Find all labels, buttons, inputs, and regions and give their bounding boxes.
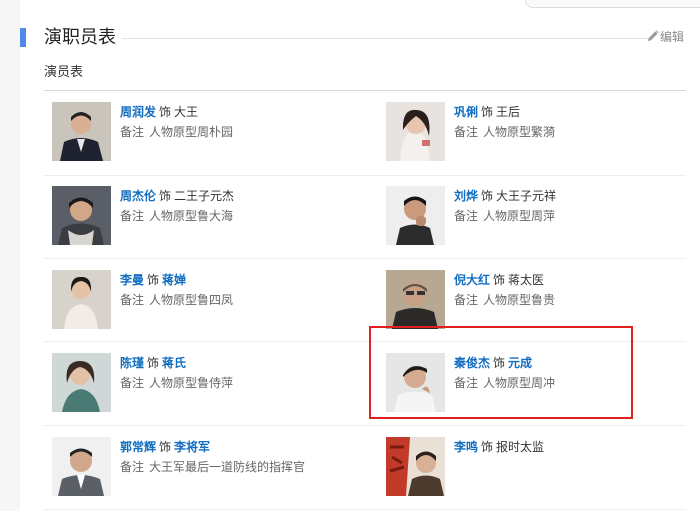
note-label: 备注 <box>454 209 479 223</box>
actor-name-link[interactable]: 李鸣 <box>454 440 478 454</box>
note-label: 备注 <box>120 125 145 139</box>
cast-item: 周杰伦饰二王子元杰 备注 人物原型鲁大海 <box>44 178 354 250</box>
role-name: 报时太监 <box>496 440 545 454</box>
as-label: 饰 <box>147 356 160 370</box>
role-name-link[interactable]: 李将军 <box>174 440 210 454</box>
note-text: 人物原型鲁大海 <box>149 209 234 223</box>
actor-name-link[interactable]: 秦俊杰 <box>454 356 490 370</box>
cast-item: 刘烨饰大王子元祥 备注 人物原型周萍 <box>378 178 688 250</box>
row-divider <box>44 509 686 510</box>
as-label: 饰 <box>159 105 172 119</box>
as-label: 饰 <box>481 189 494 203</box>
edit-label: 编辑 <box>660 30 685 44</box>
actor-photo[interactable] <box>386 186 445 245</box>
actor-photo[interactable] <box>52 186 111 245</box>
note-label: 备注 <box>454 293 479 307</box>
note-text: 大王军最后一道防线的指挥官 <box>149 460 306 474</box>
role-name: 蒋太医 <box>508 273 545 287</box>
cast-item: 陈瑾饰蒋氏 备注 人物原型鲁侍萍 <box>44 345 354 417</box>
note-label: 备注 <box>454 125 479 139</box>
note-text: 人物原型鲁贵 <box>483 293 556 307</box>
section-title: 演职员表 <box>44 27 116 48</box>
role-name: 大王子元祥 <box>496 189 557 203</box>
note-text: 人物原型鲁四凤 <box>149 293 234 307</box>
actor-name-link[interactable]: 巩俐 <box>454 105 478 119</box>
cast-subheading: 演员表 <box>44 65 84 80</box>
role-name: 二王子元杰 <box>174 189 235 203</box>
as-label: 饰 <box>481 105 494 119</box>
row-divider <box>44 175 686 176</box>
note-text: 人物原型繁漪 <box>483 125 556 139</box>
actor-name-link[interactable]: 倪大红 <box>454 273 490 287</box>
note-text: 人物原型周萍 <box>483 209 556 223</box>
role-name: 大王 <box>174 105 199 119</box>
actor-name-link[interactable]: 郭常辉 <box>120 440 156 454</box>
actor-name-link[interactable]: 周润发 <box>120 105 156 119</box>
cast-item: 李鸣饰报时太监 <box>378 429 688 501</box>
role-name-link[interactable]: 元成 <box>508 356 532 370</box>
actor-photo[interactable] <box>52 270 111 329</box>
role-name-link[interactable]: 蒋婵 <box>162 273 186 287</box>
actor-photo[interactable] <box>52 102 111 161</box>
note-label: 备注 <box>120 376 145 390</box>
actor-photo[interactable] <box>52 353 111 412</box>
section-accent-bar <box>20 28 26 47</box>
cast-item: 李曼饰蒋婵 备注 人物原型鲁四凤 <box>44 262 354 334</box>
list-top-divider <box>44 90 686 91</box>
cast-item: 郭常辉饰李将军 备注 大王军最后一道防线的指挥官 <box>44 429 354 501</box>
actor-photo[interactable] <box>386 270 445 329</box>
actor-photo[interactable] <box>386 437 445 496</box>
cast-item: 周润发饰大王 备注 人物原型周朴园 <box>44 94 354 166</box>
role-name-link[interactable]: 蒋氏 <box>162 356 186 370</box>
edit-button[interactable]: 编辑 <box>647 29 684 45</box>
note-text: 人物原型周冲 <box>483 376 556 390</box>
as-label: 饰 <box>481 440 494 454</box>
note-text: 人物原型鲁侍萍 <box>149 376 234 390</box>
as-label: 饰 <box>159 440 172 454</box>
pencil-icon <box>648 30 659 41</box>
actor-name-link[interactable]: 李曼 <box>120 273 144 287</box>
cast-item: 倪大红饰蒋太医 备注 人物原型鲁贵 <box>378 262 688 334</box>
title-divider <box>122 38 652 39</box>
note-text: 人物原型周朴园 <box>149 125 234 139</box>
cast-panel: 演职员表 编辑 演员表 周润发饰大王 备注 人物原型周朴园 巩俐 饰 王后 备注… <box>20 0 700 511</box>
horizontal-scrollbar[interactable] <box>525 0 700 8</box>
as-label: 饰 <box>159 189 172 203</box>
role-name: 王后 <box>496 105 521 119</box>
actor-name-link[interactable]: 周杰伦 <box>120 189 156 203</box>
actor-photo[interactable] <box>52 437 111 496</box>
as-label: 饰 <box>493 356 506 370</box>
row-divider <box>44 425 686 426</box>
actor-name-link[interactable]: 陈瑾 <box>120 356 144 370</box>
row-divider <box>44 258 686 259</box>
note-label: 备注 <box>454 376 479 390</box>
as-label: 饰 <box>493 273 506 287</box>
note-label: 备注 <box>120 460 145 474</box>
as-label: 饰 <box>147 273 160 287</box>
note-label: 备注 <box>120 209 145 223</box>
note-label: 备注 <box>120 293 145 307</box>
cast-item: 秦俊杰饰元成 备注 人物原型周冲 <box>378 345 688 417</box>
cast-item: 巩俐饰王后 备注 人物原型繁漪 <box>378 94 688 166</box>
actor-name-link[interactable]: 刘烨 <box>454 189 478 203</box>
actor-photo[interactable] <box>386 353 445 412</box>
actor-photo[interactable] <box>386 102 445 161</box>
row-divider <box>44 341 686 342</box>
